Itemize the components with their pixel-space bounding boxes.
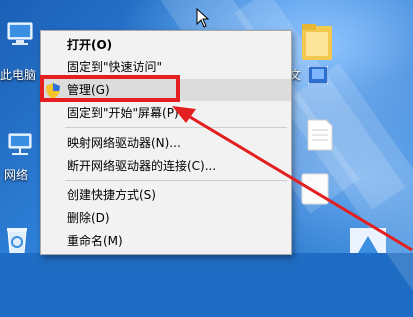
menu-item-open[interactable]: 打开(O) <box>41 34 291 56</box>
shortcut-icon[interactable] <box>307 65 329 88</box>
context-menu: 打开(O) 固定到"快速访问" 管理(G) 固定到"开始"屏幕(P) 映射网络驱… <box>40 30 292 255</box>
folder-icon[interactable] <box>300 22 334 66</box>
this-pc-label[interactable]: 此电脑 <box>0 68 36 82</box>
this-pc-icon[interactable] <box>6 20 34 52</box>
menu-separator <box>65 180 287 181</box>
mouse-cursor-icon <box>196 7 210 32</box>
network-icon[interactable] <box>6 130 34 162</box>
highlight-box <box>40 75 180 102</box>
menu-item-disconnect-drive[interactable]: 断开网络驱动器的连接(C)... <box>41 155 291 177</box>
menu-item-rename[interactable]: 重命名(M) <box>41 230 291 252</box>
folder-icon-2[interactable] <box>300 170 330 210</box>
menu-item-pin-start[interactable]: 固定到"开始"屏幕(P) <box>41 102 291 124</box>
menu-item-create-shortcut[interactable]: 创建快捷方式(S) <box>41 184 291 206</box>
menu-item-map-drive[interactable]: 映射网络驱动器(N)... <box>41 132 291 154</box>
file-icon[interactable] <box>306 118 334 156</box>
network-label[interactable]: 网络 <box>4 168 28 182</box>
recycle-bin-icon[interactable] <box>4 225 30 257</box>
menu-item-delete[interactable]: 删除(D) <box>41 207 291 229</box>
menu-separator <box>65 127 287 128</box>
